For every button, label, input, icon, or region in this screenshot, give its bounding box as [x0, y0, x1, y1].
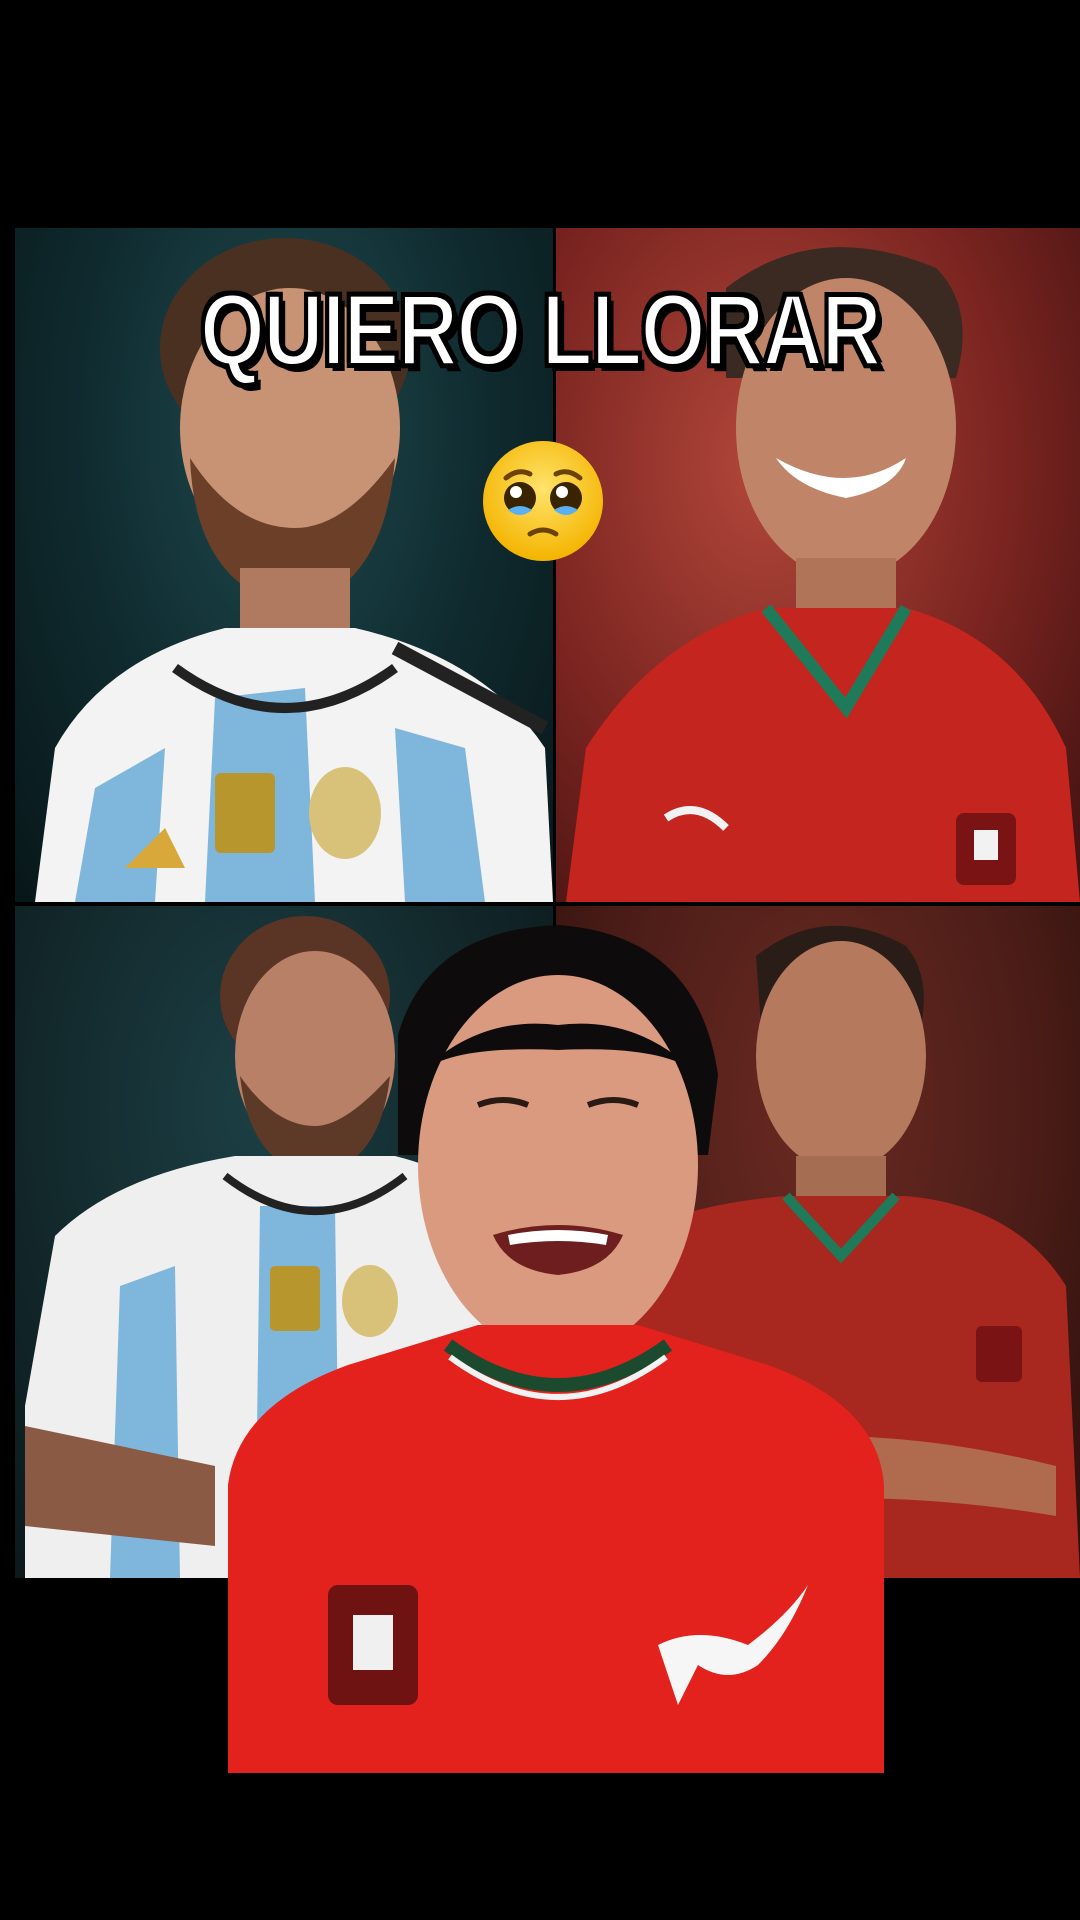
pleading-face-emoji-icon [478, 436, 608, 566]
video-caption: QUIERO LLORAR [198, 271, 883, 389]
creator-video-overlay [228, 925, 884, 1773]
video-frame: QUIERO LLORAR [0, 0, 1080, 1920]
